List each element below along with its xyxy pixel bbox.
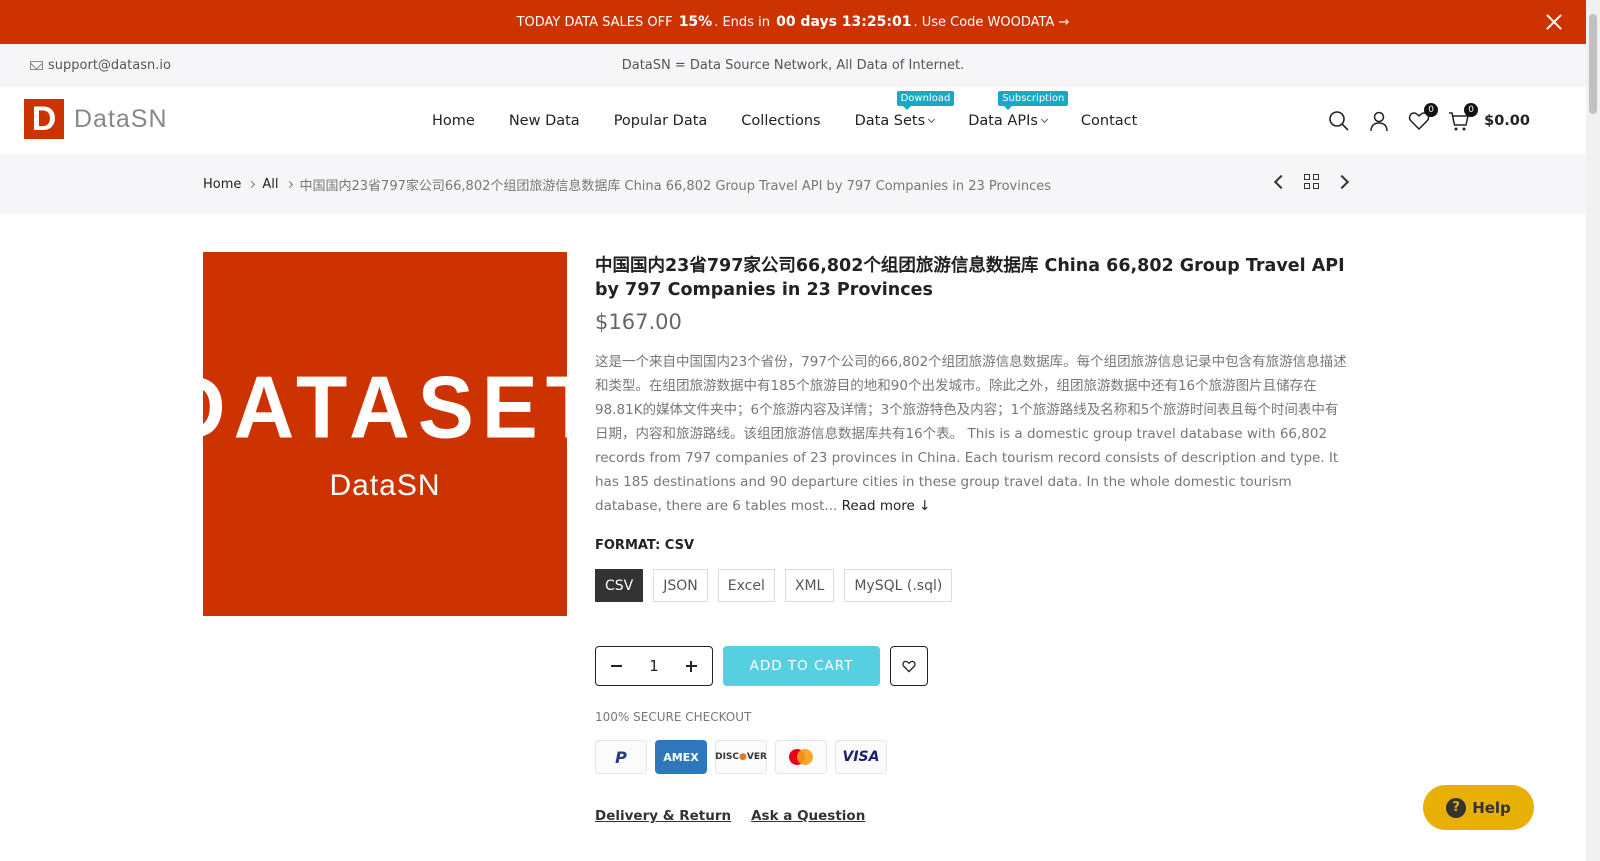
nav-badge-subscription: Subscription <box>998 90 1069 110</box>
format-option-excel[interactable]: Excel <box>717 569 775 602</box>
close-icon[interactable] <box>1544 12 1564 32</box>
chevron-down-icon <box>1040 115 1048 123</box>
breadcrumb-home[interactable]: Home <box>203 177 241 192</box>
breadcrumb-all[interactable]: All <box>262 177 278 192</box>
paypal-icon: P <box>595 740 647 774</box>
secure-checkout-label: 100% SECURE CHECKOUT <box>595 710 752 724</box>
chevron-right-icon <box>285 180 293 189</box>
purchase-row: 1 ADD TO CART <box>595 646 1350 686</box>
question-icon: ? <box>1446 797 1467 818</box>
header-actions: 0 0 $0.00 <box>1328 87 1530 154</box>
plus-icon[interactable] <box>685 660 697 672</box>
promo-countdown: 00 days 13:25:01 <box>776 14 912 30</box>
description-text: 这是一个来自中国国内23个省份，797个公司的66,802个组团旅游信息数据库。… <box>595 354 1347 514</box>
logo-mark: D <box>24 99 64 139</box>
format-label: FORMAT: CSV <box>595 538 695 553</box>
ask-question-link[interactable]: Ask a Question <box>751 808 865 824</box>
promo-bar[interactable]: TODAY DATA SALES OFF 15% . Ends in 00 da… <box>0 0 1586 44</box>
nav-item-home[interactable]: Home <box>432 113 475 129</box>
mail-icon <box>30 61 43 70</box>
support-email-text: support@datasn.io <box>48 58 171 73</box>
product-description: 这是一个来自中国国内23个省份，797个公司的66,802个组团旅游信息数据库。… <box>595 350 1350 518</box>
format-option-csv[interactable]: CSV <box>595 569 644 602</box>
product-info: 中国国内23省797家公司66,802个组团旅游信息数据库 China 66,8… <box>595 254 1350 824</box>
amex-icon: AMEX <box>655 740 707 774</box>
nav-item-contact[interactable]: Contact <box>1081 113 1137 129</box>
search-icon[interactable] <box>1328 110 1350 132</box>
support-email[interactable]: support@datasn.io <box>30 58 171 73</box>
next-product-icon[interactable] <box>1334 174 1350 189</box>
format-option-mysql[interactable]: MySQL (.sql) <box>844 569 953 602</box>
format-option-json[interactable]: JSON <box>653 569 708 602</box>
breadcrumb-bar: Home All 中国国内23省797家公司66,802个组团旅游信息数据库 C… <box>0 154 1586 214</box>
nav-item-data-apis[interactable]: Subscription Data APIs <box>968 90 1069 129</box>
product-image-title: DATASET <box>164 357 606 457</box>
nav-label: Contact <box>1080 112 1138 129</box>
format-option-xml[interactable]: XML <box>784 569 835 602</box>
nav-label: Collections <box>741 112 821 129</box>
discover-icon: DISC ● VER <box>715 740 767 774</box>
help-button[interactable]: ? Help <box>1423 785 1534 830</box>
cart-icon[interactable]: 0 <box>1448 102 1479 132</box>
nav-label: Popular Data <box>613 112 708 129</box>
grid-icon[interactable] <box>1304 174 1319 189</box>
promo-code: . Use Code WOODATA → <box>913 14 1070 30</box>
cart-total[interactable]: $0.00 <box>1484 113 1530 129</box>
minus-icon[interactable] <box>611 665 622 667</box>
product-image-brand: DataSN <box>329 469 441 502</box>
breadcrumb-current: 中国国内23省797家公司66,802个组团旅游信息数据库 China 66,8… <box>299 179 1051 194</box>
add-to-wishlist-button[interactable] <box>890 646 928 686</box>
cart-count: 0 <box>1464 102 1479 117</box>
nav-item-new-data[interactable]: New Data <box>509 113 580 129</box>
nav-label: Data APIs <box>968 112 1038 129</box>
heart-icon <box>902 660 916 672</box>
nav-badge-download: Download <box>896 90 955 110</box>
product-title: 中国国内23省797家公司66,802个组团旅游信息数据库 China 66,8… <box>595 256 1345 300</box>
logo-text: DataSN <box>74 104 168 133</box>
promo-ends: . Ends in <box>714 14 770 30</box>
payment-methods: P AMEX DISC ● VER VISA <box>595 740 1350 774</box>
quantity-value[interactable]: 1 <box>649 657 659 675</box>
nav-item-collections[interactable]: Collections <box>741 113 820 129</box>
nav-label: Home <box>432 112 475 129</box>
product-image[interactable]: DATASET DataSN <box>165 252 597 616</box>
info-links: Delivery & Return Ask a Question <box>595 808 1350 824</box>
nav-label: New Data <box>508 112 580 129</box>
format-options: CSV JSON Excel XML MySQL (.sql) <box>595 569 1350 602</box>
help-label: Help <box>1472 798 1511 817</box>
nav-item-data-sets[interactable]: Download Data Sets <box>854 90 955 129</box>
promo-discount: 15% <box>678 14 713 30</box>
nav-item-popular-data[interactable]: Popular Data <box>614 113 708 129</box>
add-to-cart-button[interactable]: ADD TO CART <box>723 646 880 686</box>
main-nav: Home New Data Popular Data Collections D… <box>432 87 1137 154</box>
site-logo[interactable]: D DataSN <box>24 99 168 139</box>
nav-label: Data Sets <box>854 112 926 129</box>
read-more-link[interactable]: Read more ↓ <box>842 498 931 514</box>
breadcrumb: Home All 中国国内23省797家公司66,802个组团旅游信息数据库 C… <box>203 175 1051 194</box>
product-price: $167.00 <box>595 310 682 334</box>
chevron-down-icon <box>928 115 936 123</box>
account-icon[interactable] <box>1368 110 1390 132</box>
delivery-return-link[interactable]: Delivery & Return <box>595 808 731 824</box>
visa-icon: VISA <box>835 740 887 774</box>
mastercard-icon <box>775 740 827 774</box>
chevron-right-icon <box>248 180 256 189</box>
prev-product-icon[interactable] <box>1273 174 1289 189</box>
site-header: D DataSN Home New Data Popular Data Coll… <box>0 87 1586 154</box>
top-info-bar: support@datasn.io DataSN = Data Source N… <box>0 44 1586 87</box>
product-nav <box>1273 174 1350 189</box>
wishlist-icon[interactable]: 0 <box>1408 102 1439 132</box>
promo-text: TODAY DATA SALES OFF <box>516 14 673 30</box>
tagline: DataSN = Data Source Network, All Data o… <box>621 58 965 73</box>
wishlist-count: 0 <box>1424 102 1439 117</box>
quantity-stepper: 1 <box>595 646 713 686</box>
scrollbar[interactable] <box>1586 0 1600 861</box>
scrollbar-thumb[interactable] <box>1589 14 1597 114</box>
